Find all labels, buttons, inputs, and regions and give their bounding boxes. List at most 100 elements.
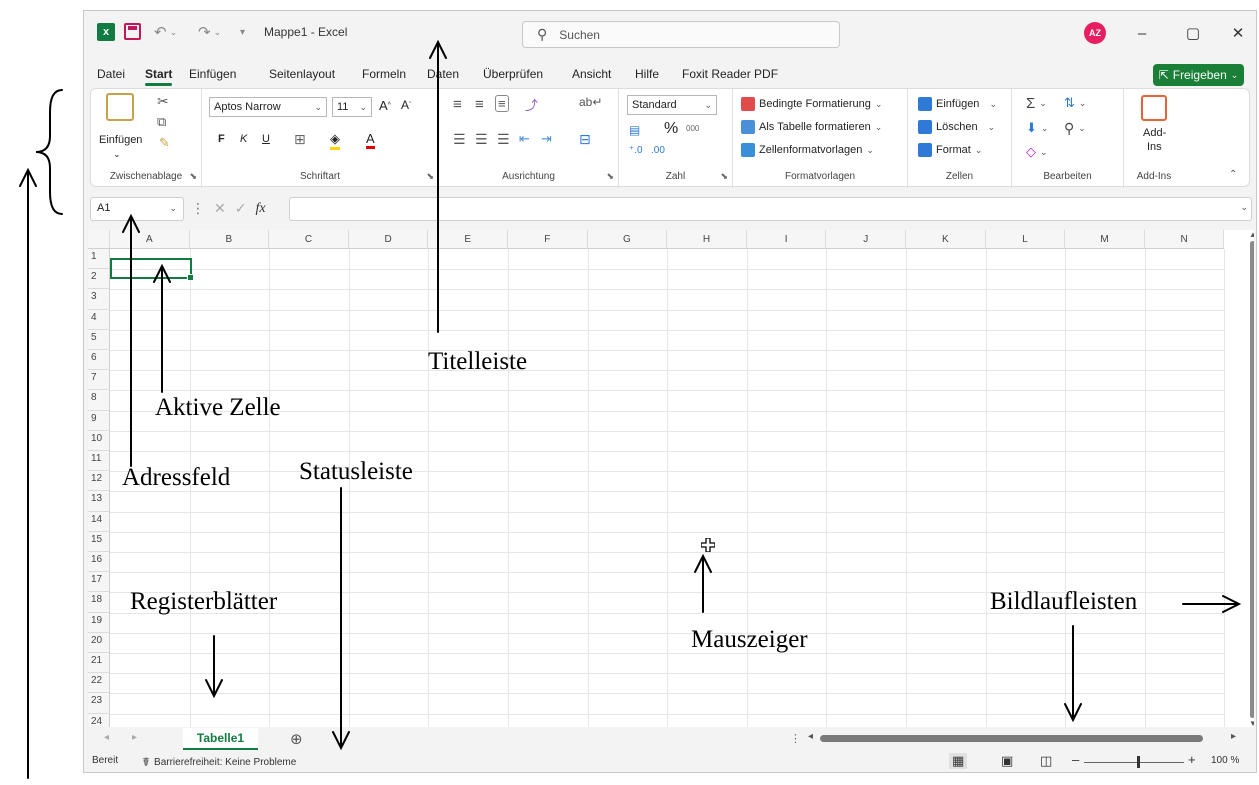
row-header-7[interactable]: 7 xyxy=(88,370,110,391)
find-select-icon[interactable]: ⚲ ⌄ xyxy=(1064,120,1086,137)
tab-seitenlayout[interactable]: Seitenlayout xyxy=(269,67,335,81)
horizontal-scrollbar[interactable] xyxy=(820,735,1203,742)
merge-center-icon[interactable]: ⊟ xyxy=(579,131,591,148)
delete-cells-button[interactable]: Löschen ⌄ xyxy=(918,120,995,134)
column-header-h[interactable]: H xyxy=(667,230,747,249)
launcher-icon[interactable]: ⬊ xyxy=(189,171,197,182)
column-header-g[interactable]: G xyxy=(587,230,668,249)
launcher-icon[interactable]: ⬊ xyxy=(720,171,728,182)
zoom-slider-thumb[interactable] xyxy=(1137,756,1140,768)
paste-icon[interactable] xyxy=(106,93,134,121)
share-button[interactable]: ⇱ Freigeben ⌄ xyxy=(1153,64,1244,86)
font-size-select[interactable]: 11 ⌄ xyxy=(332,97,372,117)
format-as-table-button[interactable]: Als Tabelle formatieren ⌄ xyxy=(741,120,882,134)
addins-label-line1[interactable]: Add- xyxy=(1143,127,1166,139)
zoom-level[interactable]: 100 % xyxy=(1211,755,1239,766)
close-button[interactable]: ✕ xyxy=(1223,20,1253,46)
italic-button[interactable]: K xyxy=(240,133,247,145)
decrease-indent-icon[interactable]: ⇤ xyxy=(519,131,530,147)
active-cell[interactable] xyxy=(110,258,194,281)
row-header-14[interactable]: 14 xyxy=(88,511,110,532)
conditional-formatting-button[interactable]: Bedingte Formatierung ⌄ xyxy=(741,97,882,111)
insert-cells-button[interactable]: Einfügen ⌄ xyxy=(918,97,997,111)
next-sheet-icon[interactable]: ▸ xyxy=(132,732,137,743)
zoom-slider[interactable] xyxy=(1084,762,1184,763)
name-box[interactable]: A1 ⌄ xyxy=(90,197,184,221)
page-layout-view-icon[interactable]: ▣ xyxy=(1001,753,1013,769)
row-header-6[interactable]: 6 xyxy=(88,350,110,371)
cell-styles-button[interactable]: Zellenformatvorlagen ⌄ xyxy=(741,143,874,157)
column-header-k[interactable]: K xyxy=(906,230,986,249)
align-middle-icon[interactable]: ≡ xyxy=(475,96,484,113)
zoom-out-button[interactable]: – xyxy=(1072,752,1079,767)
tab-formeln[interactable]: Formeln xyxy=(362,67,406,81)
add-sheet-button[interactable]: ⊕ xyxy=(290,730,303,748)
enter-icon[interactable]: ✓ xyxy=(235,200,247,217)
tab-datei[interactable]: Datei xyxy=(97,67,125,81)
insert-function-button[interactable]: fx xyxy=(255,201,265,217)
sheet-tab-tabelle1[interactable]: Tabelle1 xyxy=(183,728,258,750)
row-header-18[interactable]: 18 xyxy=(88,592,110,613)
formula-input[interactable] xyxy=(289,197,1252,221)
avatar[interactable]: AZ xyxy=(1084,22,1106,44)
column-header-a[interactable]: A xyxy=(110,230,190,249)
currency-icon[interactable]: ▤ xyxy=(629,123,640,137)
row-header-12[interactable]: 12 xyxy=(88,471,110,492)
row-header-13[interactable]: 13 xyxy=(88,491,110,512)
minimize-button[interactable]: – xyxy=(1127,20,1157,46)
fill-icon[interactable]: ⬇ ⌄ xyxy=(1026,120,1048,136)
tab-einfuegen[interactable]: Einfügen xyxy=(189,67,236,81)
align-left-icon[interactable]: ☰ xyxy=(453,131,466,148)
copy-icon[interactable]: ⧉ xyxy=(157,114,166,130)
chevron-down-icon[interactable]: ⌄ xyxy=(113,149,121,160)
tab-foxit[interactable]: Foxit Reader PDF xyxy=(682,67,778,81)
column-header-m[interactable]: M xyxy=(1065,230,1145,249)
row-header-16[interactable]: 16 xyxy=(88,552,110,573)
fill-color-icon[interactable]: ◈ xyxy=(330,131,340,150)
scroll-down-icon[interactable]: ▼ xyxy=(1249,719,1254,727)
tab-start[interactable]: Start xyxy=(145,67,173,86)
tab-ueberpruefen[interactable]: Überprüfen xyxy=(483,67,543,81)
column-header-d[interactable]: D xyxy=(348,230,429,249)
column-header-b[interactable]: B xyxy=(189,230,270,249)
font-color-icon[interactable]: A xyxy=(366,131,375,149)
prev-sheet-icon[interactable]: ◂ xyxy=(104,732,109,743)
row-header-3[interactable]: 3 xyxy=(88,289,110,310)
scroll-right-icon[interactable]: ▸ xyxy=(1231,731,1236,742)
row-header-9[interactable]: 9 xyxy=(88,410,110,431)
paste-button[interactable]: Einfügen xyxy=(99,134,142,146)
column-header-j[interactable]: J xyxy=(826,230,906,249)
bold-button[interactable]: F xyxy=(218,133,225,145)
shrink-font-icon[interactable]: Aˇ xyxy=(401,98,411,112)
increase-indent-icon[interactable]: ⇥ xyxy=(541,131,552,147)
align-top-icon[interactable]: ≡ xyxy=(453,96,462,113)
clear-icon[interactable]: ◇ ⌄ xyxy=(1026,144,1048,160)
vertical-scrollbar[interactable] xyxy=(1250,241,1254,718)
zoom-in-button[interactable]: + xyxy=(1188,752,1196,767)
column-header-f[interactable]: F xyxy=(508,230,588,249)
undo-icon[interactable]: ↶ ⌄ xyxy=(154,23,177,41)
launcher-icon[interactable]: ⬊ xyxy=(606,171,614,182)
more-icon[interactable]: ⋮ xyxy=(191,200,205,217)
row-header-19[interactable]: 19 xyxy=(88,612,110,633)
expand-formula-bar-icon[interactable]: ⌄ xyxy=(1240,202,1248,213)
search-box[interactable]: ⚲ Suchen xyxy=(522,21,840,48)
row-header-21[interactable]: 21 xyxy=(88,653,110,674)
select-all-corner[interactable] xyxy=(88,230,110,249)
decrease-decimal-icon[interactable]: .00 xyxy=(651,145,665,156)
number-format-select[interactable]: Standard ⌄ xyxy=(627,95,717,115)
scroll-left-icon[interactable]: ◂ xyxy=(808,731,813,742)
row-header-20[interactable]: 20 xyxy=(88,632,110,653)
maximize-button[interactable]: ▢ xyxy=(1178,20,1208,46)
row-header-11[interactable]: 11 xyxy=(88,451,110,472)
format-painter-icon[interactable]: ✎ xyxy=(159,135,170,151)
save-icon[interactable] xyxy=(124,23,141,40)
customize-toolbar-icon[interactable]: ▾ xyxy=(240,27,245,38)
column-header-i[interactable]: I xyxy=(746,230,827,249)
redo-icon[interactable]: ↷ ⌄ xyxy=(198,23,221,41)
row-header-23[interactable]: 23 xyxy=(88,693,110,714)
format-cells-button[interactable]: Format ⌄ xyxy=(918,143,982,157)
row-header-5[interactable]: 5 xyxy=(88,329,110,350)
normal-view-icon[interactable]: ▦ xyxy=(949,753,968,769)
page-break-view-icon[interactable]: ◫ xyxy=(1040,753,1052,769)
